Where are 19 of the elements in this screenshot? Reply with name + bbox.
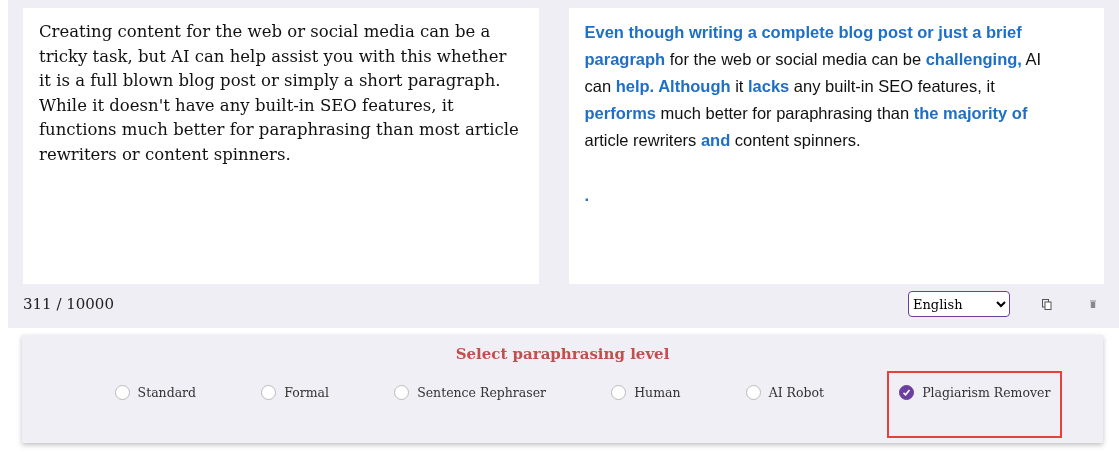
level-option[interactable]: Standard	[112, 371, 199, 414]
level-option[interactable]: Plagiarism Remover	[887, 371, 1063, 438]
output-text: Even though writing a complete blog post or just a brief paragraph for the web or social media can be challenging, AI can help. Although it lacks any built-in SEO features, it performs much better for paraphrasing than the majority of article rewriters and content spinners. .	[568, 8, 1104, 284]
radio-button[interactable]	[394, 385, 410, 400]
language-select[interactable]: English	[908, 291, 1010, 317]
radio-button[interactable]	[261, 385, 277, 400]
input-text-area[interactable]: Creating content for the web or social media can be a tricky task, but AI can help assist you with this whether it is a full blown blog post or simply a short paragraph. While it doesn't have any built-in SEO features, it functions much better for paraphrasing than most article rewriters or content spinners.	[23, 8, 539, 284]
radio-button[interactable]	[611, 385, 627, 400]
level-option[interactable]: Sentence Rephraser	[392, 371, 549, 414]
radio-button[interactable]	[899, 385, 915, 400]
check-icon	[902, 388, 912, 397]
level-title: Select paraphrasing level	[455, 345, 670, 363]
character-counter: 311 / 10000	[23, 295, 115, 313]
level-option[interactable]: Formal	[259, 371, 331, 414]
level-option[interactable]: AI Robot	[743, 371, 827, 414]
trailing-dot: .	[584, 185, 590, 206]
radio-button[interactable]	[745, 385, 761, 400]
level-option[interactable]: Human	[609, 371, 683, 414]
radio-button[interactable]	[114, 385, 130, 400]
